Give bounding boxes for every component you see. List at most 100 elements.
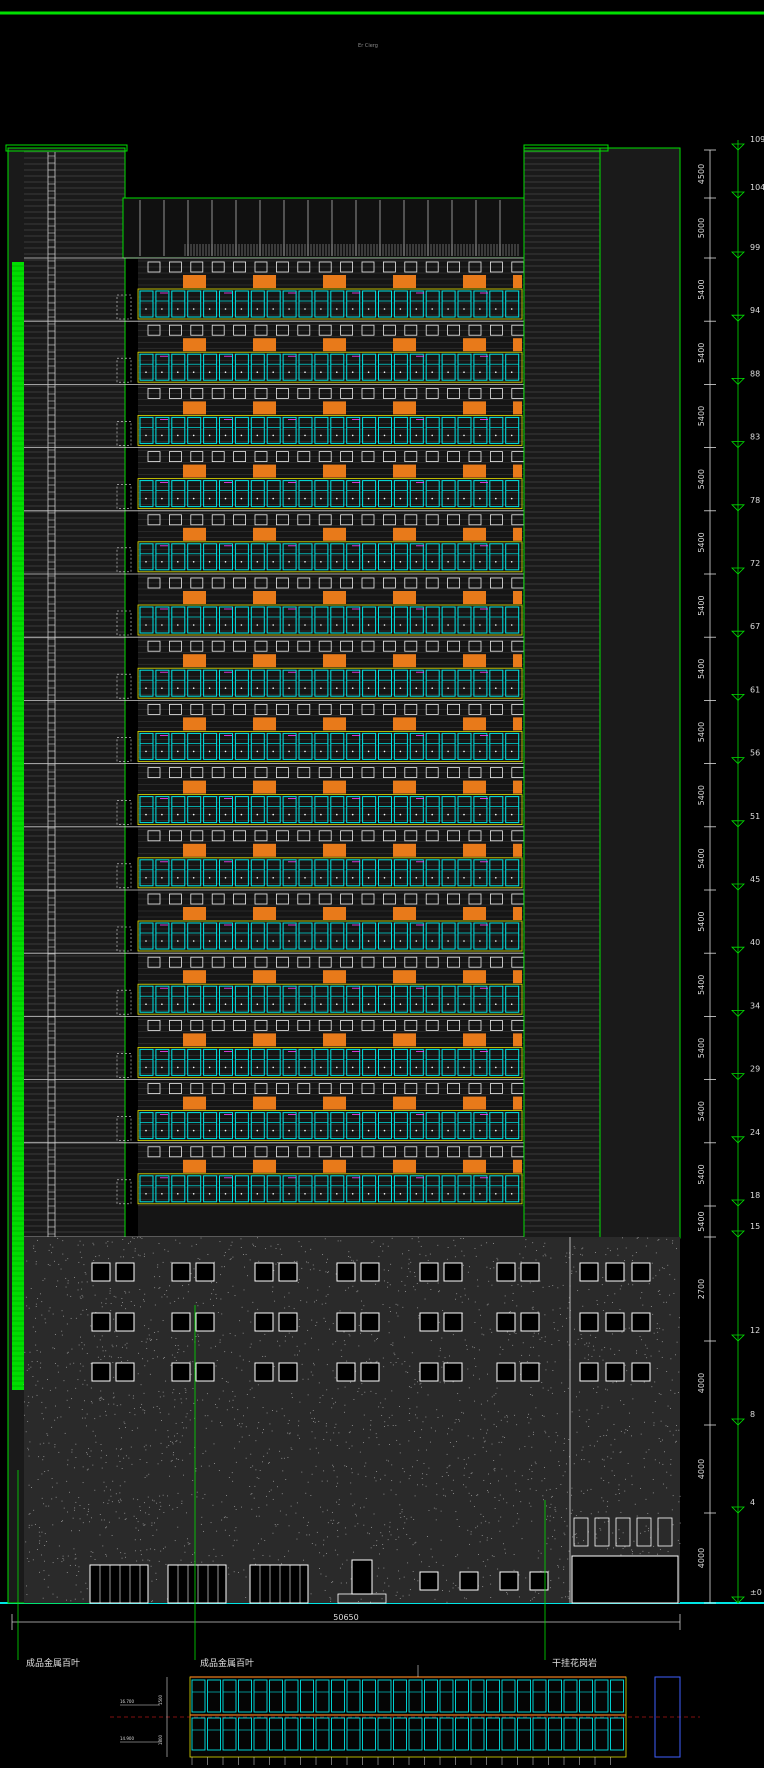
granite-speck bbox=[158, 1391, 160, 1392]
granite-speck bbox=[499, 1494, 501, 1496]
granite-speck bbox=[402, 1468, 404, 1470]
granite-speck bbox=[234, 1295, 236, 1297]
glass-fixing-dot bbox=[256, 497, 259, 500]
granite-speck bbox=[587, 1345, 589, 1347]
glass-fixing-dot bbox=[320, 750, 322, 753]
granite-speck bbox=[474, 1248, 476, 1249]
glass-fixing-dot bbox=[208, 561, 211, 563]
granite-speck bbox=[152, 1252, 154, 1254]
glass-fixing-dot bbox=[272, 561, 275, 563]
granite-speck bbox=[584, 1357, 586, 1359]
granite-speck bbox=[643, 1466, 645, 1468]
granite-speck bbox=[123, 1249, 125, 1251]
granite-speck bbox=[197, 1399, 198, 1401]
granite-speck bbox=[269, 1423, 271, 1425]
granite-speck bbox=[86, 1281, 88, 1283]
granite-speck bbox=[161, 1453, 163, 1454]
granite-speck bbox=[164, 1546, 166, 1548]
glass-fixing-dot bbox=[224, 940, 227, 942]
granite-speck bbox=[644, 1421, 645, 1423]
glass-fixing-dot bbox=[224, 877, 227, 879]
granite-speck bbox=[464, 1339, 466, 1341]
granite-speck bbox=[97, 1356, 99, 1358]
granite-speck bbox=[105, 1462, 107, 1463]
granite-speck bbox=[419, 1383, 421, 1385]
granite-speck bbox=[562, 1325, 563, 1327]
granite-speck bbox=[521, 1538, 523, 1540]
granite-speck bbox=[395, 1539, 397, 1540]
granite-speck bbox=[157, 1264, 159, 1266]
granite-speck bbox=[57, 1365, 59, 1367]
granite-speck bbox=[430, 1340, 432, 1342]
granite-speck bbox=[478, 1378, 480, 1380]
granite-speck bbox=[75, 1501, 77, 1503]
granite-speck bbox=[101, 1519, 103, 1521]
granite-speck bbox=[121, 1557, 123, 1559]
granite-speck bbox=[54, 1333, 56, 1335]
granite-speck bbox=[246, 1394, 248, 1395]
orange-panel bbox=[463, 591, 486, 604]
granite-speck bbox=[43, 1456, 45, 1458]
granite-speck bbox=[158, 1560, 160, 1562]
granite-speck bbox=[135, 1527, 137, 1529]
granite-speck bbox=[625, 1429, 627, 1431]
granite-speck bbox=[43, 1578, 45, 1580]
granite-speck bbox=[168, 1445, 170, 1446]
granite-speck bbox=[396, 1439, 398, 1441]
granite-speck bbox=[281, 1563, 283, 1565]
glass-fixing-dot bbox=[304, 1193, 306, 1195]
granite-speck bbox=[296, 1260, 298, 1262]
granite-speck bbox=[43, 1503, 45, 1505]
granite-speck bbox=[54, 1348, 56, 1350]
granite-speck bbox=[142, 1409, 144, 1411]
granite-speck bbox=[69, 1564, 71, 1566]
granite-speck bbox=[672, 1240, 674, 1242]
glass-fixing-dot bbox=[161, 308, 163, 310]
granite-speck bbox=[166, 1495, 168, 1497]
granite-speck bbox=[500, 1516, 502, 1518]
granite-speck bbox=[174, 1466, 176, 1468]
granite-speck bbox=[177, 1526, 179, 1528]
granite-speck bbox=[444, 1357, 446, 1359]
granite-speck bbox=[327, 1272, 329, 1274]
granite-speck bbox=[213, 1304, 214, 1306]
granite-speck bbox=[497, 1411, 499, 1413]
glass-fixing-dot bbox=[447, 1129, 449, 1132]
granite-speck bbox=[134, 1414, 136, 1416]
granite-speck bbox=[155, 1429, 157, 1431]
granite-speck bbox=[632, 1284, 634, 1286]
granite-speck bbox=[455, 1298, 456, 1300]
granite-speck bbox=[576, 1396, 577, 1398]
glass-fixing-dot bbox=[256, 750, 259, 753]
granite-speck bbox=[85, 1309, 87, 1310]
granite-speck bbox=[120, 1305, 122, 1307]
granite-speck bbox=[567, 1558, 569, 1560]
granite-speck bbox=[389, 1531, 390, 1533]
granite-speck bbox=[234, 1418, 236, 1420]
orange-panel bbox=[253, 970, 276, 984]
granite-speck bbox=[232, 1399, 234, 1401]
granite-speck bbox=[558, 1465, 560, 1467]
granite-speck bbox=[27, 1421, 29, 1422]
glass-fixing-dot bbox=[510, 750, 513, 753]
granite-speck bbox=[158, 1243, 160, 1245]
granite-speck bbox=[506, 1421, 508, 1423]
granite-speck bbox=[319, 1397, 321, 1399]
granite-speck bbox=[554, 1506, 556, 1508]
glass-fixing-dot bbox=[320, 940, 322, 942]
granite-speck bbox=[224, 1252, 226, 1253]
granite-speck bbox=[645, 1245, 647, 1247]
granite-speck bbox=[599, 1436, 601, 1437]
granite-speck bbox=[74, 1553, 76, 1555]
granite-speck bbox=[310, 1593, 312, 1595]
granite-speck bbox=[161, 1296, 163, 1298]
glass-fixing-dot bbox=[351, 750, 354, 753]
granite-speck bbox=[52, 1246, 54, 1248]
granite-speck bbox=[573, 1463, 575, 1465]
granite-speck bbox=[309, 1448, 311, 1450]
granite-speck bbox=[148, 1513, 150, 1515]
glass-fixing-dot bbox=[447, 1066, 449, 1069]
granite-speck bbox=[48, 1574, 50, 1576]
granite-speck bbox=[42, 1418, 44, 1420]
granite-speck bbox=[299, 1319, 301, 1320]
